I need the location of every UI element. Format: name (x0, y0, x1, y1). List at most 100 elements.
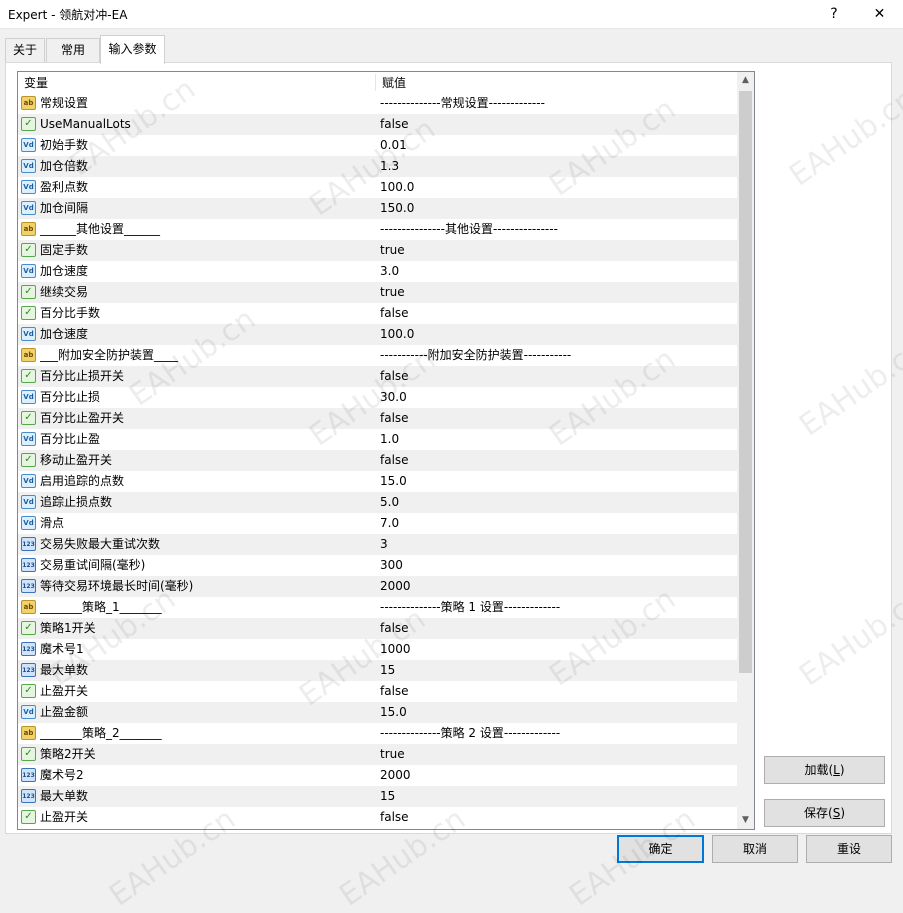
table-row[interactable]: Vd 加仓倍数 1.3 (18, 156, 737, 177)
table-row[interactable]: Vd 加仓速度 100.0 (18, 324, 737, 345)
bool-icon: ✓ (21, 810, 36, 824)
integer-icon: 123 (21, 642, 36, 656)
param-value[interactable]: 1.0 (380, 429, 736, 450)
param-value[interactable]: 30.0 (380, 387, 736, 408)
param-value[interactable]: false (380, 114, 736, 135)
table-row[interactable]: Vd 止盈金额 15.0 (18, 702, 737, 723)
reset-button[interactable]: 重设 (806, 835, 892, 863)
table-row[interactable]: ✓ 移动止盈开关 false (18, 450, 737, 471)
cancel-button[interactable]: 取消 (712, 835, 798, 863)
double-icon: Vd (21, 201, 36, 215)
column-divider[interactable] (375, 74, 376, 91)
table-row[interactable]: ✓ UseManualLots false (18, 114, 737, 135)
string-icon: ab (21, 600, 36, 614)
param-value[interactable]: 1000 (380, 639, 736, 660)
table-row[interactable]: ab _______策略_2_______ --------------策略 2 设… (18, 723, 737, 744)
param-value[interactable]: 300 (380, 555, 736, 576)
table-row[interactable]: Vd 追踪止损点数 5.0 (18, 492, 737, 513)
table-row[interactable]: ab ______其他设置______ ---------------其他设置---… (18, 219, 737, 240)
tab-inputs[interactable]: 输入参数 (100, 35, 165, 64)
param-value[interactable]: 5.0 (380, 492, 736, 513)
table-row[interactable]: ✓ 策略2开关 true (18, 744, 737, 765)
table-row[interactable]: Vd 百分比止盈 1.0 (18, 429, 737, 450)
ok-button[interactable]: 确定 (617, 835, 704, 863)
column-header-value[interactable]: 赋值 (382, 72, 406, 92)
table-row[interactable]: ✓ 百分比止盈开关 false (18, 408, 737, 429)
table-row[interactable]: Vd 启用追踪的点数 15.0 (18, 471, 737, 492)
tab-common[interactable]: 常用 (46, 38, 100, 62)
param-value[interactable]: 100.0 (380, 324, 736, 345)
bool-icon: ✓ (21, 453, 36, 467)
param-value[interactable]: 150.0 (380, 198, 736, 219)
param-value[interactable]: true (380, 282, 736, 303)
table-row[interactable]: 123 等待交易环境最长时间(毫秒) 2000 (18, 576, 737, 597)
table-row[interactable]: Vd 加仓间隔 150.0 (18, 198, 737, 219)
save-button[interactable]: 保存(S) (764, 799, 885, 827)
param-value[interactable]: false (380, 807, 736, 828)
column-header-variable[interactable]: 变量 (24, 72, 48, 92)
param-value[interactable]: 100.0 (380, 177, 736, 198)
param-value[interactable]: false (380, 408, 736, 429)
scroll-thumb[interactable] (739, 91, 752, 673)
param-value[interactable]: --------------策略 2 设置------------- (380, 723, 736, 744)
param-value[interactable]: true (380, 744, 736, 765)
param-value[interactable]: 15.0 (380, 471, 736, 492)
table-row[interactable]: ✓ 百分比手数 false (18, 303, 737, 324)
bool-icon: ✓ (21, 621, 36, 635)
table-row[interactable]: Vd 盈利点数 100.0 (18, 177, 737, 198)
double-icon: Vd (21, 159, 36, 173)
param-value[interactable]: 2000 (380, 576, 736, 597)
param-value[interactable]: ---------------其他设置--------------- (380, 219, 736, 240)
param-name: ______其他设置______ (40, 222, 161, 236)
table-row[interactable]: Vd 百分比止损 30.0 (18, 387, 737, 408)
param-value[interactable]: 1.3 (380, 156, 736, 177)
table-row[interactable]: 123 最大单数 15 (18, 786, 737, 807)
param-value[interactable]: 3 (380, 534, 736, 555)
table-row[interactable]: ✓ 止盈开关 false (18, 681, 737, 702)
table-row[interactable]: Vd 初始手数 0.01 (18, 135, 737, 156)
parameter-grid[interactable]: 变量 赋值 ab 常规设置 --------------常规设置----------… (17, 71, 755, 830)
load-button[interactable]: 加载(L) (764, 756, 885, 784)
table-row[interactable]: ✓ 策略1开关 false (18, 618, 737, 639)
vertical-scrollbar[interactable]: ▲ ▼ (737, 72, 754, 829)
param-value[interactable]: 2000 (380, 765, 736, 786)
param-value[interactable]: 3.0 (380, 261, 736, 282)
param-value[interactable]: false (380, 366, 736, 387)
scroll-down-arrow-icon[interactable]: ▼ (737, 812, 754, 829)
param-value[interactable]: 15.0 (380, 702, 736, 723)
param-value[interactable]: 0.01 (380, 135, 736, 156)
table-row[interactable]: 123 交易失败最大重试次数 3 (18, 534, 737, 555)
table-row[interactable]: ✓ 固定手数 true (18, 240, 737, 261)
table-row[interactable]: 123 魔术号1 1000 (18, 639, 737, 660)
table-row[interactable]: 123 最大单数 15 (18, 660, 737, 681)
help-button[interactable]: ? (812, 0, 856, 28)
scroll-up-arrow-icon[interactable]: ▲ (737, 72, 754, 89)
table-row[interactable]: 123 交易重试间隔(毫秒) 300 (18, 555, 737, 576)
param-value[interactable]: 7.0 (380, 513, 736, 534)
tab-about[interactable]: 关于 (5, 38, 45, 62)
close-button[interactable]: ✕ (856, 0, 903, 28)
param-value[interactable]: 15 (380, 660, 736, 681)
table-row[interactable]: ✓ 止盈开关 false (18, 807, 737, 828)
table-row[interactable]: Vd 加仓速度 3.0 (18, 261, 737, 282)
table-row[interactable]: Vd 滑点 7.0 (18, 513, 737, 534)
param-value[interactable]: false (380, 450, 736, 471)
param-value[interactable]: --------------常规设置------------- (380, 93, 736, 114)
integer-icon: 123 (21, 789, 36, 803)
table-row[interactable]: 123 魔术号2 2000 (18, 765, 737, 786)
param-name: 交易失败最大重试次数 (40, 537, 161, 551)
table-row[interactable]: ab _______策略_1_______ --------------策略 1 设… (18, 597, 737, 618)
param-value[interactable]: true (380, 240, 736, 261)
param-value[interactable]: --------------策略 1 设置------------- (380, 597, 736, 618)
param-value[interactable]: false (380, 618, 736, 639)
table-row[interactable]: ab 常规设置 --------------常规设置------------- (18, 93, 737, 114)
param-value[interactable]: false (380, 303, 736, 324)
table-row[interactable]: ab ___附加安全防护装置____ -----------附加安全防护装置----… (18, 345, 737, 366)
param-name: 盈利点数 (40, 180, 89, 194)
param-value[interactable]: false (380, 681, 736, 702)
param-value[interactable]: 15 (380, 786, 736, 807)
param-name: 百分比止损开关 (40, 369, 125, 383)
param-value[interactable]: -----------附加安全防护装置----------- (380, 345, 736, 366)
table-row[interactable]: ✓ 百分比止损开关 false (18, 366, 737, 387)
table-row[interactable]: ✓ 继续交易 true (18, 282, 737, 303)
